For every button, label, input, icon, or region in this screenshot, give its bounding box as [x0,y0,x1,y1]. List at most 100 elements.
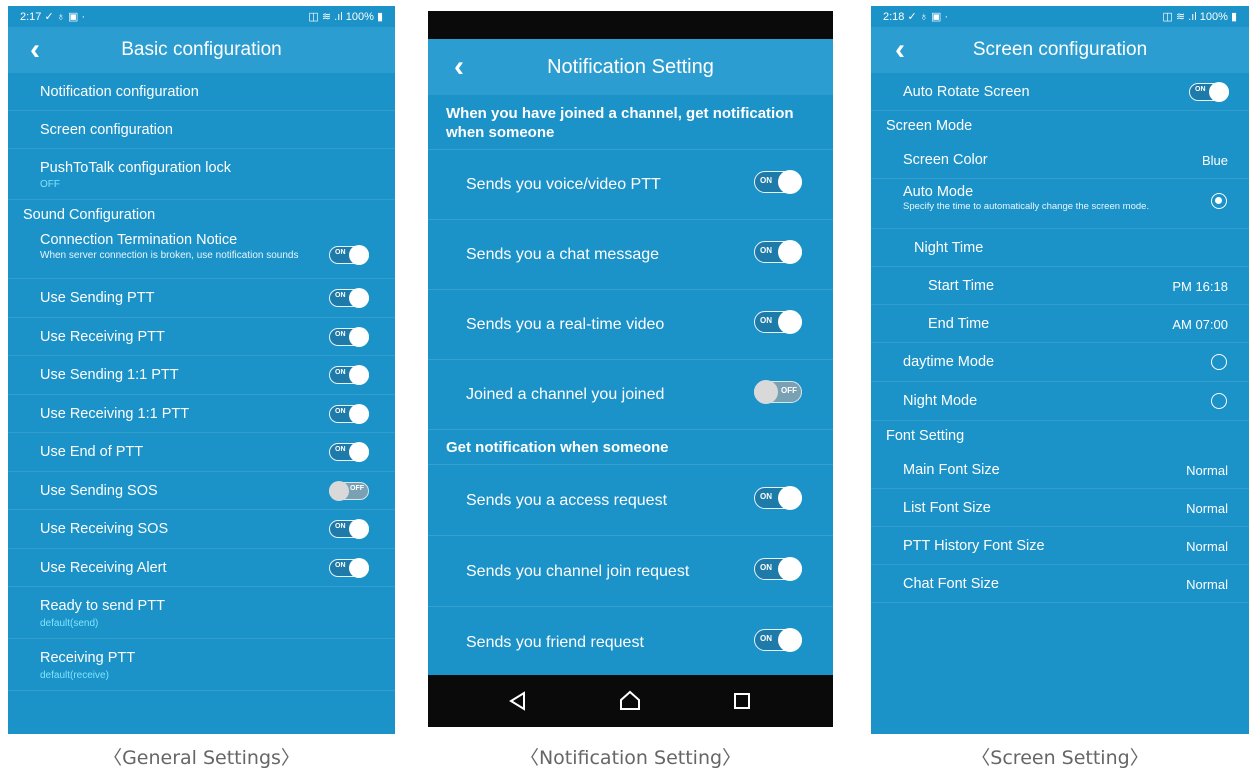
row-value: Normal [1186,539,1228,554]
row-label: End Time [928,316,990,332]
nav-recents-icon[interactable] [728,687,756,715]
app-bar: ‹ Screen configuration [871,27,1249,73]
notification-toggle-row[interactable]: Sends you a chat message ON [428,220,833,290]
row-sublabel: When server connection is broken, use no… [40,250,299,261]
auto-rotate-toggle[interactable]: ON [1189,82,1229,102]
page-title: Basic configuration [121,39,282,60]
app-bar: ‹ Notification Setting [428,39,833,95]
notification-config-link[interactable]: Notification configuration [8,73,395,111]
font-size-list: Main Font Size Normal List Font Size Normal… [871,451,1249,603]
notification-toggle[interactable]: ON [754,627,802,652]
toggle-knob [349,365,369,385]
notification-toggle[interactable]: ON [754,240,802,264]
toggle-state: ON [760,633,772,643]
caption-screen: 〈Screen Setting〉 [971,747,1149,769]
toggle-knob [778,485,802,510]
toggle-state: ON [335,561,346,569]
sound-toggle-row[interactable]: Use Receiving PTT ON [8,318,395,356]
notification-toggle[interactable]: ON [754,170,802,194]
row-label: Use Sending 1:1 PTT [40,367,179,383]
row-label: daytime Mode [903,354,995,370]
notification-list: When you have joined a channel, get noti… [428,95,833,678]
toggle-knob [778,310,802,334]
status-bar [428,11,833,39]
row-sublabel: Specify the time to automatically change… [903,201,1150,212]
notification-toggle[interactable]: ON [754,556,802,581]
toggle-state: ON [1195,86,1206,93]
connection-toggle[interactable]: ON [329,245,369,265]
sound-toggle-row[interactable]: Use Receiving Alert ON [8,549,395,587]
row-label: Use End of PTT [40,444,144,460]
sound-toggle[interactable]: ON [329,519,369,539]
font-size-row[interactable]: List Font Size Normal [871,489,1249,527]
sound-toggle[interactable]: OFF [329,480,369,501]
toggle-state: ON [335,292,346,299]
connection-termination-row[interactable]: Connection Termination Notice When serve… [8,230,395,279]
night-mode-radio[interactable] [1211,393,1227,409]
daytime-mode-radio[interactable] [1211,354,1227,370]
toggle-knob [778,556,802,581]
sound-toggle[interactable]: ON [329,442,369,462]
sound-toggle-row[interactable]: Use Sending SOS OFF [8,472,395,510]
toggle-knob [349,442,369,462]
sound-toggle-row[interactable]: Use Sending 1:1 PTT ON [8,356,395,395]
night-mode-row[interactable]: Night Mode [871,382,1249,421]
row-label: Chat Font Size [903,576,999,592]
notification-toggle-row[interactable]: Sends you a real-time video ON [428,290,833,360]
notification-toggle[interactable]: ON [754,310,802,334]
font-size-row[interactable]: Main Font Size Normal [871,451,1249,489]
auto-mode-radio[interactable] [1211,193,1227,209]
end-time-row[interactable]: End Time AM 07:00 [871,305,1249,343]
screen-color-row[interactable]: Screen Color Blue [871,141,1249,179]
sound-toggle[interactable]: ON [329,365,369,385]
notification-toggle-row[interactable]: Sends you channel join request ON [428,536,833,607]
ptt-config-lock-link[interactable]: PushToTalk configuration lock OFF [8,149,395,200]
page-title: Screen configuration [972,39,1148,60]
row-label: List Font Size [903,500,991,516]
status-icons: ◫ ≋ .ıl 100% ▮ [308,11,383,23]
sound-toggle[interactable]: ON [329,288,369,308]
sound-toggle[interactable]: ON [329,326,369,347]
notification-toggle-row[interactable]: Sends you a access request ON [428,465,833,536]
row-label: Screen configuration [40,122,173,138]
row-label: Use Receiving SOS [40,521,169,537]
ready-to-send-ptt-row[interactable]: Ready to send PTT default(send) [8,587,395,639]
auto-rotate-row[interactable]: Auto Rotate Screen ON [871,73,1249,111]
daytime-mode-row[interactable]: daytime Mode [871,343,1249,382]
sound-toggle[interactable]: ON [329,403,369,424]
row-value: Normal [1186,501,1228,516]
app-bar: ‹ Basic configuration [8,27,395,73]
sound-toggle-row[interactable]: Use Receiving 1:1 PTT ON [8,395,395,433]
row-label: Use Sending PTT [40,290,155,306]
font-size-row[interactable]: PTT History Font Size Normal [871,527,1249,565]
notification-toggle[interactable]: ON [754,485,802,510]
page-title: Notification Setting [547,55,714,78]
row-label: Sends you channel join request [466,562,690,580]
start-time-row[interactable]: Start Time PM 16:18 [871,267,1249,305]
receiving-ptt-row[interactable]: Receiving PTT default(receive) [8,639,395,691]
screen-settings-screen: 2:18 ✓ ♁ ▣ · ◫ ≋ .ıl 100% ▮ ‹ Screen con… [871,6,1249,734]
sound-toggle[interactable]: ON [329,557,369,578]
toggle-knob [754,380,778,404]
nav-home-icon[interactable] [616,687,644,715]
notification-toggle[interactable]: OFF [754,380,802,404]
screen-config-link[interactable]: Screen configuration [8,111,395,149]
row-sublabel: OFF [40,179,60,190]
sound-toggle-row[interactable]: Use End of PTT ON [8,433,395,472]
toggle-state: ON [335,249,346,256]
toggle-knob [349,557,369,578]
notification-toggle-row[interactable]: Joined a channel you joined OFF [428,360,833,430]
sound-toggle-list: Use Sending PTT ON Use Receiving PTT ON Use … [8,279,395,587]
screen-mode-header: Screen Mode [886,118,973,134]
sound-toggle-row[interactable]: Use Receiving SOS ON [8,510,395,549]
row-label: Sends you a chat message [466,246,660,263]
nav-back-icon[interactable] [504,687,532,715]
notification-toggle-row[interactable]: Sends you friend request ON [428,607,833,678]
caption-notification: 〈Notification Setting〉 [519,747,742,769]
sound-toggle-row[interactable]: Use Sending PTT ON [8,279,395,318]
toggle-state: ON [760,316,772,325]
auto-mode-row[interactable]: Auto Mode Specify the time to automatica… [871,179,1249,229]
font-size-row[interactable]: Chat Font Size Normal [871,565,1249,603]
notification-toggle-row[interactable]: Sends you voice/video PTT ON [428,150,833,220]
row-label: Connection Termination Notice [40,232,238,248]
